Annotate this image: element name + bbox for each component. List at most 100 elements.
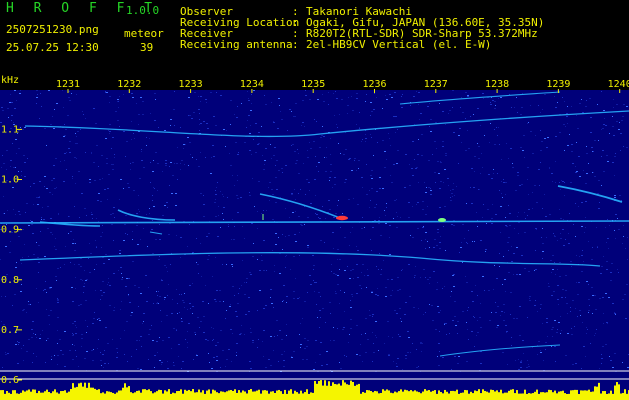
power-bar <box>508 390 510 400</box>
power-bar <box>454 391 456 400</box>
power-bar <box>302 393 304 400</box>
power-bar <box>608 393 610 400</box>
power-bar <box>196 392 198 400</box>
power-bar <box>314 381 316 400</box>
power-bar <box>132 393 134 400</box>
power-bar <box>620 393 622 400</box>
power-bar <box>330 385 332 400</box>
power-bar <box>84 382 86 400</box>
power-bar <box>396 392 398 400</box>
power-bar <box>424 389 426 400</box>
power-bar <box>436 393 438 400</box>
power-bar <box>276 390 278 400</box>
power-bar <box>500 389 502 400</box>
power-bar <box>32 389 34 400</box>
power-bar <box>402 391 404 400</box>
power-bar <box>482 389 484 400</box>
power-bar <box>560 391 562 400</box>
power-bar <box>100 393 102 400</box>
power-bar <box>400 389 402 400</box>
power-bar <box>322 385 324 400</box>
power-bar <box>616 382 618 400</box>
power-bar <box>24 391 26 400</box>
power-bar <box>306 389 308 400</box>
power-bar <box>526 393 528 400</box>
power-bar <box>128 386 130 400</box>
power-bar <box>228 390 230 400</box>
power-bar <box>350 380 352 400</box>
power-bar <box>542 392 544 400</box>
power-bar <box>336 384 338 400</box>
power-bar <box>178 390 180 400</box>
power-bar <box>160 390 162 400</box>
power-bar <box>414 390 416 400</box>
meteor-head-green <box>438 218 446 222</box>
power-bar <box>484 390 486 400</box>
power-bar <box>64 390 66 400</box>
power-bar <box>6 391 8 400</box>
power-bar <box>568 393 570 400</box>
power-bar <box>426 390 428 400</box>
power-bar <box>194 392 196 400</box>
power-bar <box>54 389 56 400</box>
power-bar <box>242 390 244 400</box>
power-bar <box>46 389 48 400</box>
power-bar <box>2 390 4 400</box>
power-bar <box>136 390 138 400</box>
power-bar <box>488 392 490 400</box>
power-bar <box>366 390 368 400</box>
power-bar <box>122 387 124 400</box>
power-bar <box>294 390 296 400</box>
power-bar <box>66 392 68 400</box>
power-bar <box>406 390 408 400</box>
power-bar <box>528 393 530 400</box>
power-bar <box>344 382 346 400</box>
power-bar <box>240 392 242 400</box>
power-bar <box>216 392 218 400</box>
power-bar <box>94 388 96 400</box>
y-tick-label: 0.8 <box>1 275 19 286</box>
x-tick-label: 1231 <box>56 79 80 90</box>
power-bar <box>96 389 98 400</box>
power-bar <box>270 391 272 400</box>
power-bar <box>238 390 240 400</box>
power-bar <box>610 390 612 400</box>
power-bar <box>510 389 512 400</box>
power-bar <box>530 393 532 400</box>
x-tick-label: 1234 <box>240 79 264 90</box>
power-bar <box>206 390 208 400</box>
power-bar <box>90 387 92 400</box>
power-bar <box>342 380 344 400</box>
x-tick-label: 1237 <box>424 79 448 90</box>
power-bar <box>184 389 186 400</box>
power-bar <box>312 392 314 400</box>
power-bar <box>8 392 10 400</box>
power-bar <box>212 389 214 400</box>
power-bar <box>492 389 494 400</box>
power-bar <box>264 390 266 400</box>
power-bar <box>188 389 190 400</box>
power-bar <box>460 392 462 400</box>
power-bar <box>204 393 206 400</box>
y-tick-label: 0.7 <box>1 325 19 336</box>
power-bar <box>230 389 232 400</box>
power-bar <box>58 393 60 400</box>
power-bar <box>262 390 264 400</box>
power-bar <box>192 389 194 400</box>
power-bar <box>556 393 558 400</box>
power-bar <box>304 392 306 400</box>
power-bar <box>410 390 412 400</box>
power-bar <box>16 393 18 400</box>
power-bar <box>600 393 602 400</box>
power-bar <box>98 389 100 400</box>
power-bar <box>448 393 450 400</box>
power-bar <box>376 391 378 400</box>
power-bar <box>224 392 226 400</box>
power-bar <box>428 390 430 400</box>
x-tick-label: 1232 <box>117 79 141 90</box>
power-bar <box>374 390 376 400</box>
power-bar <box>142 389 144 400</box>
power-bar <box>258 389 260 400</box>
x-tick-label: 1235 <box>301 79 325 90</box>
power-bar <box>464 389 466 400</box>
